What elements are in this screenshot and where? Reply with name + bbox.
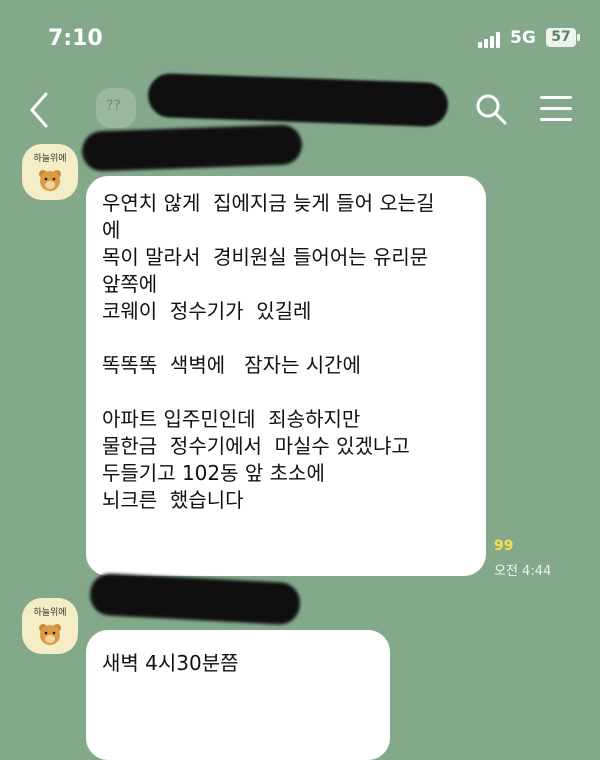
avatar-label: 하늘위에: [33, 608, 67, 618]
bear-character-icon: [39, 624, 61, 645]
redaction-mark: [81, 124, 303, 172]
message-time: 오전 4:44: [494, 564, 552, 579]
menu-line: [540, 107, 572, 110]
unread-count: 99: [494, 538, 514, 554]
back-arrow-icon: [30, 92, 48, 128]
menu-line: [540, 118, 572, 121]
bear-character-icon: [39, 170, 61, 191]
menu-button[interactable]: [540, 94, 574, 124]
search-button[interactable]: [474, 92, 508, 126]
battery-tip: [577, 34, 580, 41]
search-icon: [476, 94, 507, 125]
status-time: 7:10: [48, 26, 103, 51]
redaction-mark: [89, 572, 301, 626]
message-text: 새벽 4시30분쯤: [102, 651, 239, 675]
message-bubble[interactable]: 우연치 않게 집에지금 늦게 들어 오는길 에 목이 말라서 경비원실 들어어는…: [86, 176, 486, 576]
network-type: 5G: [510, 28, 536, 48]
sender-avatar[interactable]: 하늘위에: [22, 598, 78, 654]
back-button[interactable]: [22, 90, 58, 130]
signal-bars-icon: [478, 32, 504, 48]
status-bar: 7:10 5G 57: [0, 0, 600, 70]
chat-room-avatar[interactable]: ??: [96, 88, 136, 128]
battery-icon: 57: [546, 28, 576, 47]
message-bubble[interactable]: 새벽 4시30분쯤: [86, 630, 390, 760]
message-text: 우연치 않게 집에지금 늦게 들어 오는길 에 목이 말라서 경비원실 들어어는…: [102, 191, 435, 512]
avatar-label: 하늘위에: [33, 154, 67, 164]
sender-avatar[interactable]: 하늘위에: [22, 144, 78, 200]
redaction-mark: [147, 72, 449, 128]
hamburger-menu-icon: [540, 96, 572, 99]
